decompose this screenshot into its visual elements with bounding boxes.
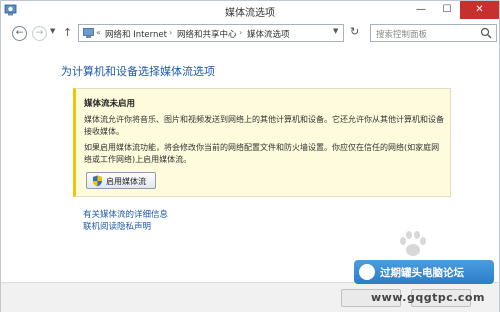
enable-button-label: 启用媒体流 [106, 177, 146, 186]
search-box[interactable]: 搜索控制面板 [370, 24, 497, 42]
refresh-button[interactable]: ↻ [350, 25, 359, 38]
enable-media-streaming-button[interactable]: 启用媒体流 [86, 172, 156, 189]
breadcrumb-separator: › [239, 28, 243, 37]
page-heading: 为计算机和设备选择媒体流选项 [61, 65, 215, 78]
breadcrumb-sharing-center[interactable]: 网络和共享中心 [177, 28, 237, 40]
breadcrumb-network-internet[interactable]: 网络和 Internet [105, 28, 167, 40]
privacy-statement-link[interactable]: 联机阅读隐私声明 [83, 220, 151, 232]
address-bar[interactable]: « 网络和 Internet › 网络和共享中心 › 媒体流选项 [78, 24, 344, 42]
forward-button[interactable]: → [32, 26, 47, 41]
search-placeholder: 搜索控制面板 [376, 30, 428, 40]
forum-logo-icon [359, 264, 375, 280]
close-button[interactable]: ✕ [460, 1, 499, 19]
uac-shield-icon [93, 175, 102, 187]
info-title: 媒体流未启用 [84, 99, 136, 109]
breadcrumb-separator: « [96, 28, 101, 37]
media-streaming-details-link[interactable]: 有关媒体流的详细信息 [83, 208, 168, 220]
maximize-button[interactable]: ☐ [434, 1, 460, 19]
recent-pages-dropdown[interactable]: ▼ [50, 27, 55, 35]
forum-name: 过期罐头电脑论坛 [380, 267, 464, 279]
forum-watermark-banner: 过期罐头电脑论坛 [354, 260, 494, 284]
breadcrumb-media-streaming[interactable]: 媒体流选项 [247, 28, 290, 40]
title-bar: 媒体流选项 — ☐ ✕ [1, 1, 499, 20]
media-streaming-info-box: 媒体流未启用 媒体流允许你将音乐、图片和视频发送到网络上的其他计算机和设备。它还… [73, 88, 451, 197]
media-streaming-window: 媒体流选项 — ☐ ✕ ← → ▼ ↑ « 网络和 Internet › 网络和… [0, 0, 500, 312]
up-button[interactable]: ↑ [63, 26, 72, 39]
forum-url: www.gqgtpc.com [371, 291, 485, 304]
minimize-button[interactable]: — [408, 1, 434, 19]
navigation-bar: ← → ▼ ↑ « 网络和 Internet › 网络和共享中心 › 媒体流选项… [1, 21, 499, 45]
paw-watermark-icon [400, 231, 426, 256]
info-warning: 如果启用媒体流功能，将会修改你当前的网络配置文件和防火墙设置。你应仅在信任的网络… [84, 143, 440, 164]
address-dropdown[interactable]: ▼ [333, 27, 345, 35]
network-icon [83, 28, 94, 38]
info-description: 媒体流允许你将音乐、图片和视频发送到网络上的其他计算机和设备。它还允许你从其他计… [84, 115, 444, 136]
breadcrumb-separator: › [169, 28, 173, 37]
search-icon[interactable] [480, 27, 492, 39]
back-button[interactable]: ← [12, 26, 27, 41]
